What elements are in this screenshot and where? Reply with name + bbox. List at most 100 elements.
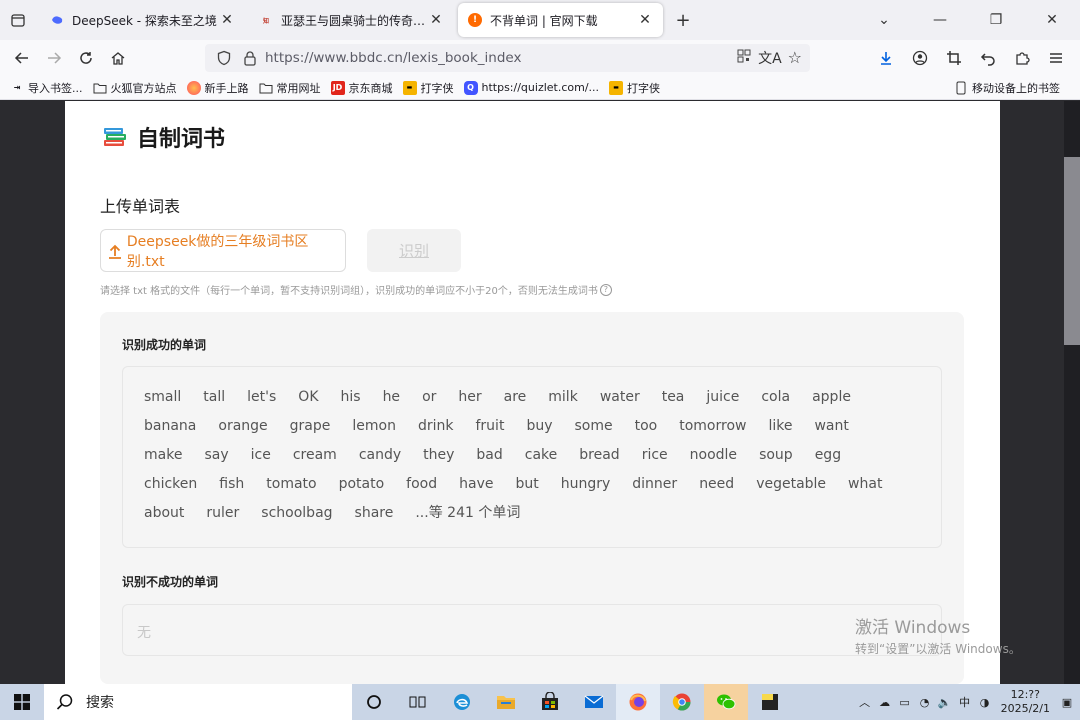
bookmark-folder[interactable]: 常用网址: [259, 80, 321, 96]
fail-heading: 识别不成功的单词: [122, 575, 219, 589]
close-tab-icon[interactable]: ✕: [637, 12, 653, 28]
edge-button[interactable]: [440, 684, 484, 720]
task-view-button[interactable]: [396, 684, 440, 720]
sticky-notes-button[interactable]: [748, 684, 792, 720]
ime-mode-icon[interactable]: ◑: [975, 696, 995, 709]
wechat-button[interactable]: [704, 684, 748, 720]
quizlet-icon: Q: [463, 80, 478, 95]
mail-icon: [584, 695, 604, 708]
ime-indicator[interactable]: 中: [955, 694, 975, 710]
bookmark-item[interactable]: JD 京东商城: [330, 80, 393, 96]
onedrive-icon[interactable]: ☁: [875, 696, 895, 709]
shield-icon[interactable]: [213, 50, 235, 66]
firefox-button[interactable]: [616, 684, 660, 720]
recognized-word: cola: [761, 389, 791, 405]
show-hidden-icons-chevron-icon[interactable]: ︿: [855, 694, 875, 710]
bookmark-star-icon[interactable]: ☆: [788, 48, 802, 68]
bookmarks-toolbar: ⇥ 导入书签... 火狐官方站点 新手上路 常用网址 JD 京东商城 ▬ 打字侠 Qh…: [0, 76, 1080, 100]
mail-button[interactable]: [572, 684, 616, 720]
search-icon: [56, 693, 74, 711]
qr-code-icon[interactable]: [736, 48, 752, 68]
recognized-word: but: [515, 476, 539, 492]
clock-time: 12:??: [1010, 688, 1040, 701]
bookmark-item[interactable]: ▬ 打字侠: [609, 80, 660, 96]
new-tab-button[interactable]: +: [669, 6, 697, 34]
system-clock[interactable]: 12:?? 2025/2/1: [1001, 688, 1050, 716]
recognized-word: water: [599, 389, 640, 405]
system-tray: ︿ ☁ ▭ ◔ 🔈 中 ◑ 12:?? 2025/2/1 ▣: [855, 684, 1080, 720]
recognized-word: ice: [250, 447, 271, 463]
file-explorer-button[interactable]: [484, 684, 528, 720]
bookmark-item[interactable]: Qhttps://quizlet.com/...: [463, 80, 599, 95]
jd-icon: JD: [330, 80, 345, 95]
close-window-button[interactable]: ✕: [1024, 12, 1080, 28]
recognized-word: about: [144, 505, 185, 521]
success-heading: 识别成功的单词: [122, 338, 207, 352]
bookmark-item[interactable]: 新手上路: [186, 80, 249, 96]
failed-words-value: 无: [137, 625, 151, 641]
notification-icon[interactable]: ▣: [1054, 696, 1080, 709]
windows-taskbar: 搜索 ︿ ☁ ▭ ◔ 🔈 中 ◑ 12:?? 2025/2/1 ▣: [0, 684, 1080, 720]
volume-icon[interactable]: 🔈: [935, 696, 955, 709]
site-favicon-icon: 知: [262, 17, 269, 25]
cortana-button[interactable]: [352, 684, 396, 720]
recognized-word: too: [634, 418, 658, 434]
recognized-word: small: [144, 389, 182, 405]
recognized-word: OK: [298, 389, 319, 405]
taskbar-search[interactable]: 搜索: [44, 684, 352, 720]
tab-deepseek[interactable]: DeepSeek - 探索未至之境 ✕: [40, 3, 245, 37]
tab-bbdc[interactable]: ! 不背单词 | 官网下载 ✕: [458, 3, 663, 37]
books-icon: [101, 123, 129, 151]
extensions-button[interactable]: [1006, 42, 1038, 74]
recognized-word: buy: [526, 418, 553, 434]
bookmark-item[interactable]: ⇥ 导入书签...: [10, 80, 83, 96]
translate-icon[interactable]: 文A: [758, 48, 782, 68]
close-tab-icon[interactable]: ✕: [428, 12, 444, 28]
store-button[interactable]: [528, 684, 572, 720]
help-icon[interactable]: ?: [599, 283, 612, 296]
search-placeholder: 搜索: [86, 695, 114, 711]
wifi-icon[interactable]: ◔: [915, 696, 935, 709]
account-button[interactable]: [904, 42, 936, 74]
recognized-word: chicken: [144, 476, 198, 492]
menu-button[interactable]: [1040, 42, 1072, 74]
recognized-word: lemon: [352, 418, 396, 434]
downloads-button[interactable]: [870, 42, 902, 74]
scrollbar-thumb[interactable]: [1064, 157, 1080, 345]
recognized-word: fruit: [475, 418, 505, 434]
chrome-button[interactable]: [660, 684, 704, 720]
restore-button[interactable]: ❐: [968, 12, 1024, 28]
recognized-word: banana: [144, 418, 197, 434]
recognized-word: share: [354, 505, 394, 521]
recognized-word: let's: [247, 389, 277, 405]
close-tab-icon[interactable]: ✕: [219, 12, 235, 28]
recognized-word: or: [422, 389, 437, 405]
folder-icon: [259, 81, 273, 95]
list-all-tabs-icon[interactable]: ⌄: [856, 12, 912, 28]
recognized-word: cake: [524, 447, 558, 463]
firefox-icon: [186, 80, 201, 95]
tab-list-button[interactable]: [0, 0, 36, 40]
battery-icon[interactable]: ▭: [895, 696, 915, 709]
bookmark-item[interactable]: ▬ 打字侠: [402, 80, 454, 96]
undo-button[interactable]: [972, 42, 1004, 74]
forward-button[interactable]: [38, 42, 70, 74]
screenshot-button[interactable]: [938, 42, 970, 74]
recognized-word: tea: [661, 389, 685, 405]
back-button[interactable]: [6, 42, 38, 74]
bookmark-folder[interactable]: 火狐官方站点: [93, 80, 177, 96]
recognize-button[interactable]: 识别: [367, 229, 461, 272]
tab-arthur-story[interactable]: 知 亚瑟王与圆桌骑士的传奇故事 | ✕: [249, 3, 454, 37]
tab-title: 不背单词 | 官网下载: [490, 13, 598, 28]
reload-button[interactable]: [70, 42, 102, 74]
home-button[interactable]: [102, 42, 134, 74]
minimize-button[interactable]: —: [912, 12, 968, 28]
address-bar[interactable]: https://www.bbdc.cn/lexis_book_index 文A …: [205, 44, 810, 72]
lock-icon[interactable]: [239, 50, 261, 66]
recognized-word: they: [423, 447, 455, 463]
start-button[interactable]: [0, 684, 44, 720]
file-upload-button[interactable]: Deepseek做的三年级词书区别.txt: [100, 229, 346, 272]
recognized-word: rice: [641, 447, 668, 463]
recognized-word: want: [814, 418, 849, 434]
mobile-bookmarks[interactable]: 移动设备上的书签: [954, 80, 1060, 96]
